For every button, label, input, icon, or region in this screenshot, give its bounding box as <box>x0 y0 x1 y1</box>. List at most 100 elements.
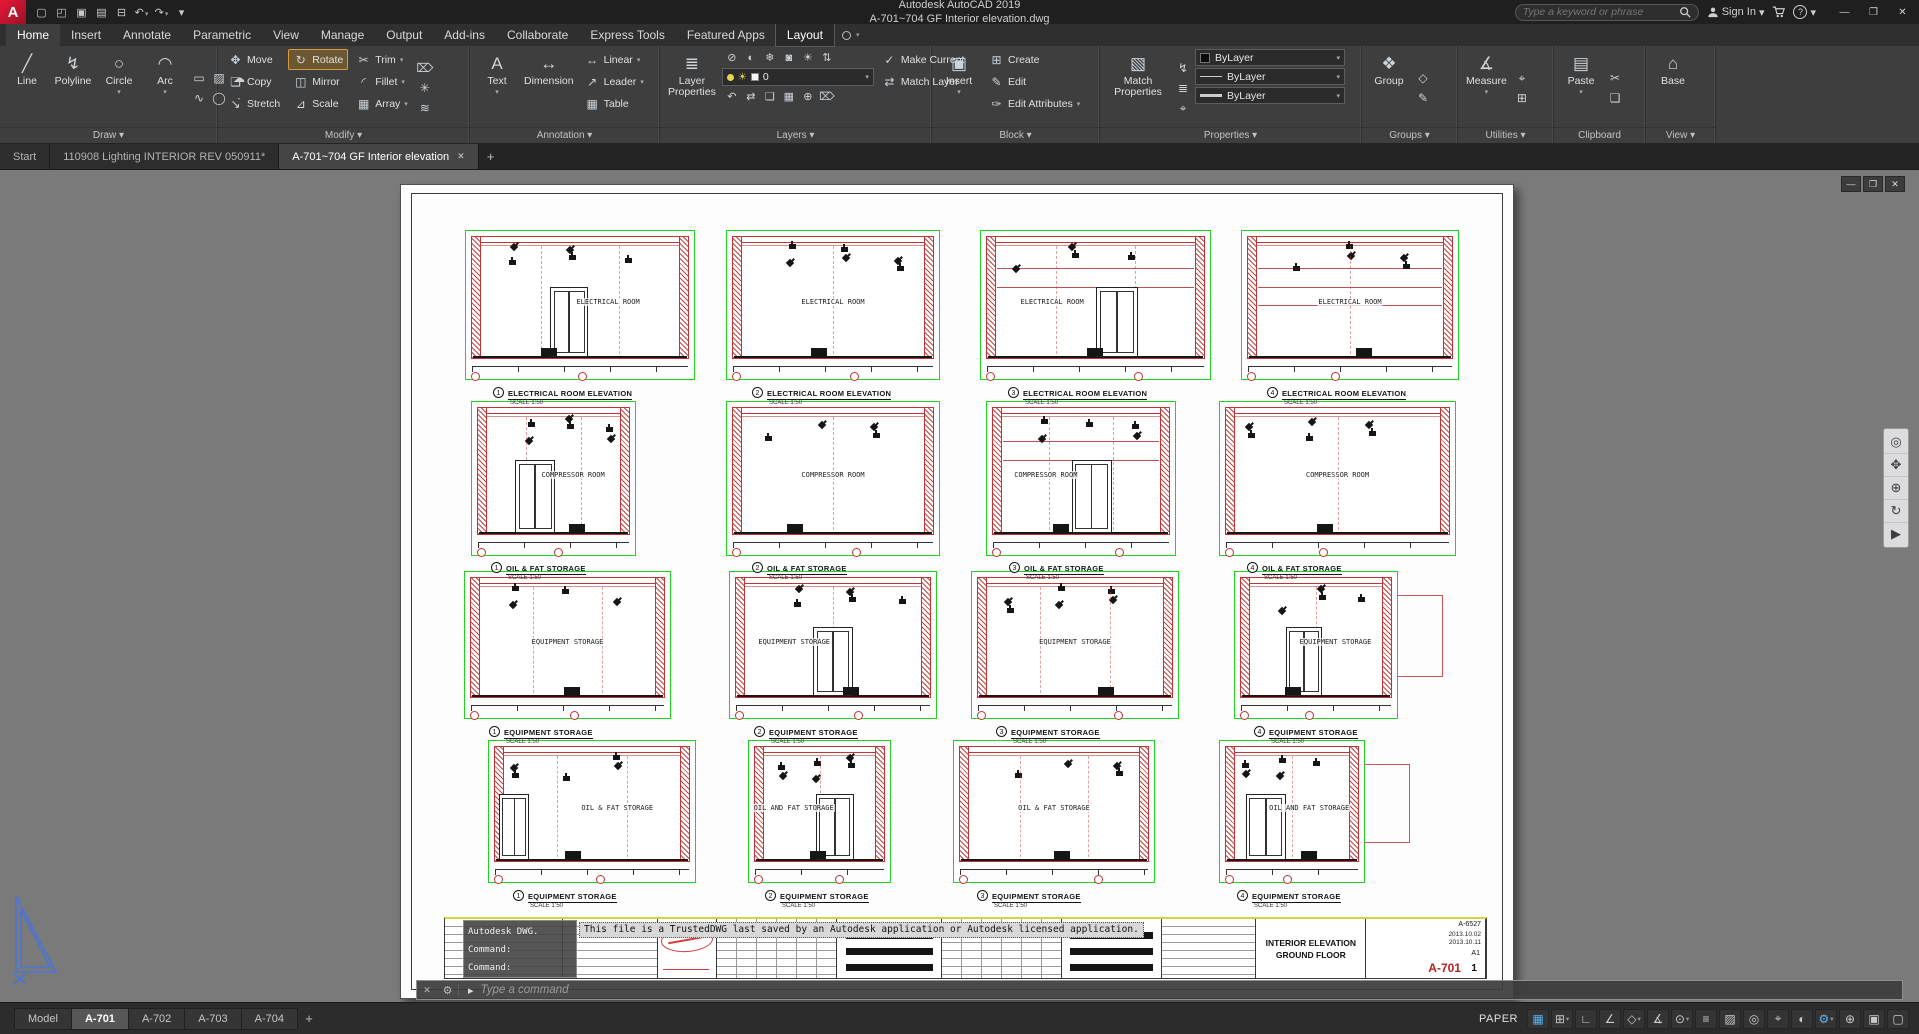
pan-icon[interactable]: ✥ <box>1884 454 1908 477</box>
ribbon-display-toggle[interactable]: ▾ <box>834 24 868 46</box>
layer-delete-icon[interactable]: ⌦ <box>819 89 835 104</box>
linetype-select[interactable]: ByLayer▾ <box>1195 68 1345 85</box>
elevation-viewport[interactable]: COMPRESSOR ROOM <box>471 401 636 556</box>
layout-tab-a-701[interactable]: A-701 <box>72 1008 129 1030</box>
linear-button[interactable]: ↔Linear▾ <box>580 49 649 70</box>
elevation-viewport[interactable]: EQUIPMENT STORAGE <box>971 571 1179 719</box>
ortho-icon[interactable]: ∟ <box>1575 1009 1597 1029</box>
redo-icon[interactable]: ↷▾ <box>152 6 171 19</box>
explode-icon[interactable]: ✳ <box>416 80 434 97</box>
elevation-viewport[interactable]: OIL & FAT STORAGE <box>488 740 696 883</box>
snap-mode-icon[interactable]: ⊞▾ <box>1551 1009 1573 1029</box>
elevation-viewport[interactable]: COMPRESSOR ROOM <box>726 401 940 556</box>
array-button[interactable]: ▦Array▾ <box>351 93 413 114</box>
offset-icon[interactable]: ≋ <box>416 100 434 117</box>
layer-previous-icon[interactable]: ↶ <box>724 89 740 104</box>
elevation-viewport[interactable]: ELECTRICAL ROOM <box>1241 230 1459 380</box>
polyline-button[interactable]: ↯Polyline <box>51 49 95 127</box>
file-tab-110908-lighting-interior-rev-050911[interactable]: 110908 Lighting INTERIOR REV 050911* <box>50 144 279 169</box>
ribbon-tab-layout[interactable]: Layout <box>776 24 834 46</box>
layer-isolate-icon[interactable]: ◐ <box>743 50 759 65</box>
color-select[interactable]: ByLayer▾ <box>1195 49 1345 66</box>
layer-properties-button[interactable]: ≣Layer Properties <box>665 49 719 127</box>
sign-in-button[interactable]: Sign In ▾ <box>1707 6 1765 19</box>
ribbon-tab-insert[interactable]: Insert <box>60 24 112 46</box>
layer-walk-icon[interactable]: ▦ <box>781 89 797 104</box>
search-icon[interactable] <box>1679 6 1691 18</box>
save-icon[interactable]: ▣ <box>72 6 91 19</box>
rectangle-icon[interactable]: ▭ <box>190 69 208 86</box>
ribbon-tab-view[interactable]: View <box>262 24 310 46</box>
list-icon[interactable]: ≣ <box>1174 80 1192 97</box>
ribbon-tab-home[interactable]: Home <box>6 24 60 46</box>
search-input[interactable] <box>1523 6 1674 18</box>
ribbon-tab-output[interactable]: Output <box>375 24 433 46</box>
dimension-button[interactable]: ↔Dimension <box>521 49 577 127</box>
lineweight-select[interactable]: ByLayer▾ <box>1195 87 1345 104</box>
show-motion-icon[interactable]: ▶ <box>1884 523 1908 545</box>
steering-wheel-icon[interactable]: ◎ <box>1884 431 1908 454</box>
panel-label-groups[interactable]: Groups ▾ <box>1362 127 1457 143</box>
layout-tab-model[interactable]: Model <box>14 1008 72 1030</box>
spline-icon[interactable]: ∿ <box>190 89 208 106</box>
ungroup-icon[interactable]: ◇ <box>1414 70 1432 87</box>
base-button[interactable]: ⌂Base <box>1651 49 1695 127</box>
layer-match-icon[interactable]: ⇄ <box>743 89 759 104</box>
transparency-icon[interactable]: ▨ <box>1719 1009 1741 1029</box>
minimize-drawing-icon[interactable]: — <box>1841 176 1861 192</box>
match-properties-button[interactable]: ▧Match Properties <box>1105 49 1171 127</box>
save-as-icon[interactable]: ▤ <box>92 6 111 19</box>
close-icon[interactable]: ✕ <box>1888 0 1917 24</box>
open-file-icon[interactable]: ◰ <box>52 6 71 19</box>
table-button[interactable]: ▦Table <box>580 93 649 114</box>
copy-button[interactable]: ❏Copy <box>223 71 285 92</box>
text-button[interactable]: AText▾ <box>475 49 519 127</box>
panel-label-draw[interactable]: Draw ▾ <box>0 127 217 143</box>
rotate-button[interactable]: ↻Rotate <box>288 49 348 70</box>
layer-merge-icon[interactable]: ⊕ <box>800 89 816 104</box>
object-snap-icon[interactable]: ⊙▾ <box>1671 1009 1693 1029</box>
ribbon-tab-add-ins[interactable]: Add-ins <box>433 24 496 46</box>
move-button[interactable]: ✥Move <box>223 49 285 70</box>
layer-off-icon[interactable]: ⊘ <box>724 50 740 65</box>
scale-button[interactable]: ⊿Scale <box>288 93 348 114</box>
panel-label-properties[interactable]: Properties ▾ <box>1100 127 1361 143</box>
maximize-icon[interactable]: ❐ <box>1859 0 1888 24</box>
elevation-viewport[interactable]: OIL AND FAT STORAGE <box>748 740 891 883</box>
command-input[interactable]: Type a command <box>481 984 569 996</box>
panel-label-layers[interactable]: Layers ▾ <box>660 127 931 143</box>
quick-select-icon[interactable]: ⌖ <box>1513 70 1531 87</box>
layer-copy-icon[interactable]: ❏ <box>762 89 778 104</box>
measure-button[interactable]: ∡Measure▾ <box>1463 49 1510 127</box>
edit-polyline-icon[interactable]: ↯ <box>1174 60 1192 77</box>
grid-icon[interactable]: ▦ <box>1527 1009 1549 1029</box>
cut-icon[interactable]: ✂ <box>1606 70 1624 87</box>
create-button[interactable]: ⊞Create <box>984 49 1085 70</box>
panel-label-utilities[interactable]: Utilities ▾ <box>1458 127 1553 143</box>
close-command-line-icon[interactable]: ✕ <box>417 985 437 996</box>
layout-tab-a-703[interactable]: A-703 <box>185 1008 241 1030</box>
paper-space-label[interactable]: PAPER <box>1479 1013 1518 1025</box>
app-store-cart-icon[interactable] <box>1772 6 1785 18</box>
polar-tracking-icon[interactable]: ∠ <box>1599 1009 1621 1029</box>
lineweight-icon[interactable]: ≡ <box>1695 1009 1717 1029</box>
panel-label-annotation[interactable]: Annotation ▾ <box>470 127 659 143</box>
erase-icon[interactable]: ⌦ <box>416 60 434 77</box>
elevation-viewport[interactable]: OIL & FAT STORAGE <box>953 740 1155 883</box>
elevation-viewport[interactable]: ELECTRICAL ROOM <box>726 230 940 380</box>
ribbon-tab-manage[interactable]: Manage <box>310 24 375 46</box>
ribbon-tab-express-tools[interactable]: Express Tools <box>579 24 675 46</box>
undo-icon[interactable]: ↶▾ <box>132 6 151 19</box>
ribbon-tab-annotate[interactable]: Annotate <box>112 24 182 46</box>
layer-select[interactable]: ☀0▾ <box>722 68 874 86</box>
edit-attributes-button[interactable]: ✑Edit Attributes▾ <box>984 93 1085 114</box>
restore-drawing-icon[interactable]: ❐ <box>1863 176 1883 192</box>
clean-screen-icon[interactable]: ▢ <box>1887 1009 1909 1029</box>
ribbon-tab-collaborate[interactable]: Collaborate <box>496 24 579 46</box>
elevation-viewport[interactable]: ELECTRICAL ROOM <box>465 230 695 380</box>
stretch-button[interactable]: ↘Stretch <box>223 93 285 114</box>
group-button[interactable]: ❖Group <box>1367 49 1411 127</box>
panel-label-clipboard[interactable]: Clipboard <box>1554 127 1645 143</box>
layout-tab-a-704[interactable]: A-704 <box>242 1008 298 1030</box>
layer-order-icon[interactable]: ⇅ <box>819 50 835 65</box>
